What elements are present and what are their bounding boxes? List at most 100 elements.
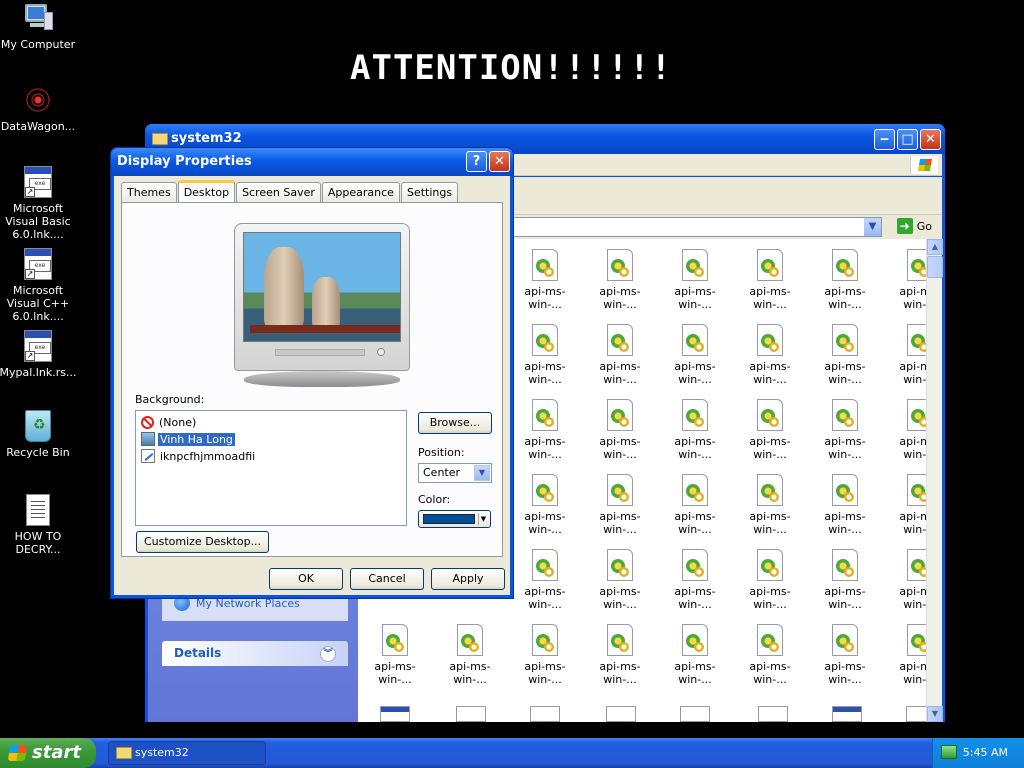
browse-button[interactable]: Browse...: [418, 412, 492, 434]
scroll-thumb[interactable]: [927, 256, 943, 278]
tab-appearance[interactable]: Appearance: [321, 182, 400, 202]
dll-file-icon: [607, 474, 633, 506]
file-item[interactable]: api-ms-win-...: [808, 474, 882, 536]
desktop-icon-datawagon[interactable]: DataWagon...: [0, 84, 78, 133]
file-item[interactable]: api-ms-win-...: [883, 474, 926, 536]
file-item[interactable]: api-ms-win-...: [883, 549, 926, 611]
background-item-vinh-ha-long[interactable]: Vinh Ha Long: [141, 431, 236, 447]
vertical-scrollbar[interactable]: ▲ ▼: [926, 239, 943, 722]
start-label: start: [32, 742, 81, 763]
file-item[interactable]: api-ms-win-...: [808, 549, 882, 611]
file-item[interactable]: api-ms-win-...: [358, 624, 432, 686]
file-label: api-ms-win-...: [674, 285, 716, 311]
file-item[interactable]: api-ms-win-...: [583, 474, 657, 536]
minimize-button[interactable]: ‒: [874, 129, 895, 150]
dialog-close-button[interactable]: ✕: [489, 151, 510, 172]
file-item-partial[interactable]: [758, 706, 788, 722]
explorer-title: system32: [171, 131, 242, 146]
customize-desktop-button[interactable]: Customize Desktop...: [136, 531, 269, 553]
go-button[interactable]: ➜ Go: [896, 218, 932, 234]
desktop-icon-vb6[interactable]: exe ↗ Microsoft Visual Basic 6.0.lnk....: [0, 166, 78, 241]
desktop-icon-mypal[interactable]: exe ↗ Mypal.lnk.rs...: [0, 330, 78, 379]
dll-file-icon: [907, 549, 926, 581]
close-button[interactable]: ✕: [920, 129, 941, 150]
file-item-partial[interactable]: [380, 706, 410, 722]
file-item[interactable]: api-ms-win-...: [733, 324, 807, 386]
background-list[interactable]: (None) Vinh Ha Long iknpcfhjmmoadfii: [135, 410, 407, 526]
file-item[interactable]: api-ms-win-...: [808, 249, 882, 311]
position-select[interactable]: Center ▼: [418, 463, 492, 483]
background-item-none[interactable]: (None): [141, 414, 198, 430]
taskbar-item-system32[interactable]: system32: [108, 741, 266, 765]
dll-file-icon: [532, 399, 558, 431]
file-item[interactable]: api-ms-win-...: [733, 474, 807, 536]
file-item[interactable]: api-ms-win-...: [658, 624, 732, 686]
desktop-tab-panel: Background: (None) Vinh Ha Long iknpcfhj…: [121, 202, 503, 557]
file-item[interactable]: api-ms-win-...: [508, 399, 582, 461]
cancel-button[interactable]: Cancel: [350, 568, 424, 590]
file-item-partial[interactable]: [680, 706, 710, 722]
file-item[interactable]: api-ms-win-...: [883, 249, 926, 311]
file-item[interactable]: api-ms-win-...: [508, 324, 582, 386]
help-button[interactable]: ?: [466, 151, 487, 172]
file-item[interactable]: api-ms-win-...: [883, 399, 926, 461]
ok-button[interactable]: OK: [269, 568, 343, 590]
background-item-label: (None): [159, 415, 197, 429]
apply-button[interactable]: Apply: [431, 568, 505, 590]
tab-screen-saver[interactable]: Screen Saver: [236, 182, 321, 202]
file-item-partial[interactable]: [456, 706, 486, 722]
file-item[interactable]: api-ms-win-...: [508, 249, 582, 311]
file-item[interactable]: api-ms-win-...: [508, 474, 582, 536]
color-picker-button[interactable]: ▼: [418, 510, 491, 528]
file-item[interactable]: api-ms-win-...: [433, 624, 507, 686]
maximize-button[interactable]: □: [897, 129, 918, 150]
desktop-icon-my-computer[interactable]: My Computer: [0, 2, 78, 51]
file-item-partial[interactable]: [832, 706, 862, 722]
file-item[interactable]: api-ms-win-...: [583, 549, 657, 611]
file-item[interactable]: api-ms-win-...: [508, 624, 582, 686]
file-item[interactable]: api-ms-win-...: [808, 324, 882, 386]
file-item[interactable]: api-ms-win-...: [658, 549, 732, 611]
file-item[interactable]: api-ms-win-...: [508, 549, 582, 611]
file-label: api-ms-win-...: [749, 435, 791, 461]
file-item[interactable]: api-ms-win-...: [583, 399, 657, 461]
scroll-down-arrow[interactable]: ▼: [927, 706, 943, 722]
tab-desktop[interactable]: Desktop: [177, 180, 236, 202]
network-status-icon[interactable]: [941, 745, 957, 759]
start-button[interactable]: start: [0, 738, 96, 768]
desktop-icon-recycle-bin[interactable]: ♻ Recycle Bin: [0, 410, 78, 459]
display-properties-dialog[interactable]: Display Properties ? ✕ Themes Desktop Sc…: [110, 147, 514, 599]
file-item[interactable]: api-ms-win-...: [733, 624, 807, 686]
file-item[interactable]: api-ms-win-...: [658, 249, 732, 311]
file-item[interactable]: api-ms-win-...: [883, 624, 926, 686]
windows-logo-icon: [910, 156, 938, 174]
file-item-partial[interactable]: [530, 706, 560, 722]
desktop-icon-how-to-decrypt[interactable]: HOW TO DECRY...: [0, 494, 78, 556]
scroll-up-arrow[interactable]: ▲: [927, 239, 943, 255]
tab-settings[interactable]: Settings: [400, 182, 459, 202]
file-item[interactable]: api-ms-win-...: [733, 399, 807, 461]
file-item[interactable]: api-ms-win-...: [733, 549, 807, 611]
file-item[interactable]: api-ms-win-...: [658, 399, 732, 461]
tab-themes[interactable]: Themes: [121, 182, 177, 202]
file-item[interactable]: api-ms-win-...: [883, 324, 926, 386]
file-label: api-ms-win-...: [749, 285, 791, 311]
file-item-partial[interactable]: [906, 706, 926, 722]
dialog-titlebar[interactable]: Display Properties ? ✕: [111, 148, 513, 176]
desktop-icon-vc6[interactable]: exe ↗ Microsoft Visual C++ 6.0.lnk....: [0, 248, 78, 323]
details-title: Details: [174, 646, 222, 660]
file-item[interactable]: api-ms-win-...: [808, 624, 882, 686]
file-item[interactable]: api-ms-win-...: [583, 624, 657, 686]
details-header[interactable]: Details ︾: [162, 641, 348, 666]
file-item[interactable]: api-ms-win-...: [658, 474, 732, 536]
file-item[interactable]: api-ms-win-...: [808, 399, 882, 461]
file-item[interactable]: api-ms-win-...: [583, 324, 657, 386]
file-item-partial[interactable]: [606, 706, 636, 722]
file-item[interactable]: api-ms-win-...: [658, 324, 732, 386]
dll-file-icon: [532, 624, 558, 656]
file-item[interactable]: api-ms-win-...: [583, 249, 657, 311]
background-item-custom[interactable]: iknpcfhjmmoadfii: [141, 448, 257, 464]
file-item[interactable]: api-ms-win-...: [733, 249, 807, 311]
desktop-icon-label: Microsoft Visual Basic 6.0.lnk....: [5, 202, 71, 241]
chevron-down-icon[interactable]: ▼: [864, 218, 881, 236]
